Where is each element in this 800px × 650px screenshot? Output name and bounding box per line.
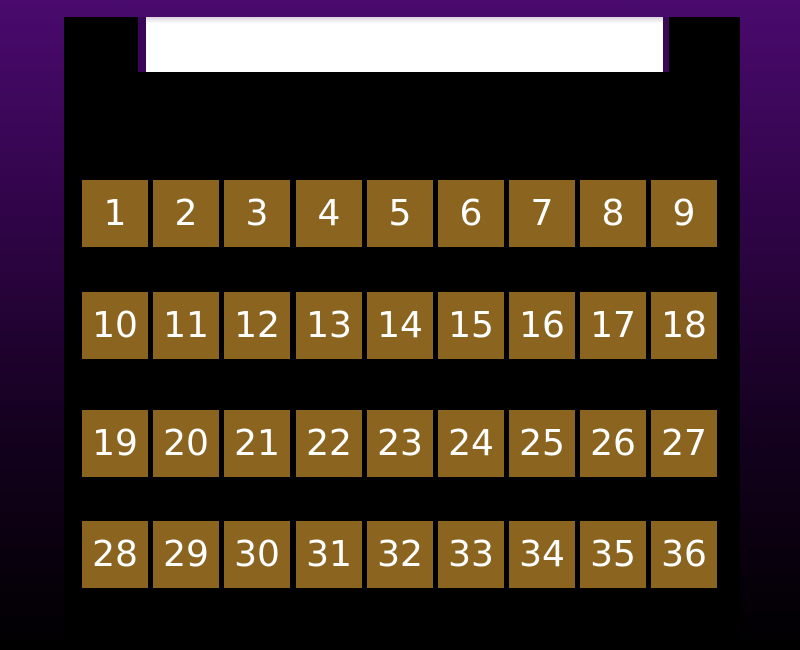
number-tile-1[interactable]: 1 — [82, 180, 148, 247]
number-tile-14[interactable]: 14 — [367, 292, 433, 359]
number-tile-4[interactable]: 4 — [296, 180, 362, 247]
number-tile-3[interactable]: 3 — [224, 180, 290, 247]
number-tile-12[interactable]: 12 — [224, 292, 290, 359]
number-tile-7[interactable]: 7 — [509, 180, 575, 247]
number-tile-8[interactable]: 8 — [580, 180, 646, 247]
number-tile-16[interactable]: 16 — [509, 292, 575, 359]
number-tile-23[interactable]: 23 — [367, 410, 433, 477]
number-tile-18[interactable]: 18 — [651, 292, 717, 359]
number-tile-13[interactable]: 13 — [296, 292, 362, 359]
number-tile-34[interactable]: 34 — [509, 521, 575, 588]
number-tile-35[interactable]: 35 — [580, 521, 646, 588]
number-tile-10[interactable]: 10 — [82, 292, 148, 359]
number-tile-32[interactable]: 32 — [367, 521, 433, 588]
number-tile-25[interactable]: 25 — [509, 410, 575, 477]
number-tile-17[interactable]: 17 — [580, 292, 646, 359]
number-tile-36[interactable]: 36 — [651, 521, 717, 588]
number-tile-2[interactable]: 2 — [153, 180, 219, 247]
number-tile-9[interactable]: 9 — [651, 180, 717, 247]
number-tile-29[interactable]: 29 — [153, 521, 219, 588]
number-tile-24[interactable]: 24 — [438, 410, 504, 477]
number-tile-21[interactable]: 21 — [224, 410, 290, 477]
number-tile-5[interactable]: 5 — [367, 180, 433, 247]
number-tile-11[interactable]: 11 — [153, 292, 219, 359]
number-tile-22[interactable]: 22 — [296, 410, 362, 477]
number-tile-26[interactable]: 26 — [580, 410, 646, 477]
number-tile-6[interactable]: 6 — [438, 180, 504, 247]
number-tile-30[interactable]: 30 — [224, 521, 290, 588]
number-tile-33[interactable]: 33 — [438, 521, 504, 588]
number-tile-19[interactable]: 19 — [82, 410, 148, 477]
number-tile-27[interactable]: 27 — [651, 410, 717, 477]
number-tile-28[interactable]: 28 — [82, 521, 148, 588]
number-tile-31[interactable]: 31 — [296, 521, 362, 588]
number-tile-15[interactable]: 15 — [438, 292, 504, 359]
title-box — [146, 17, 663, 72]
number-tile-20[interactable]: 20 — [153, 410, 219, 477]
